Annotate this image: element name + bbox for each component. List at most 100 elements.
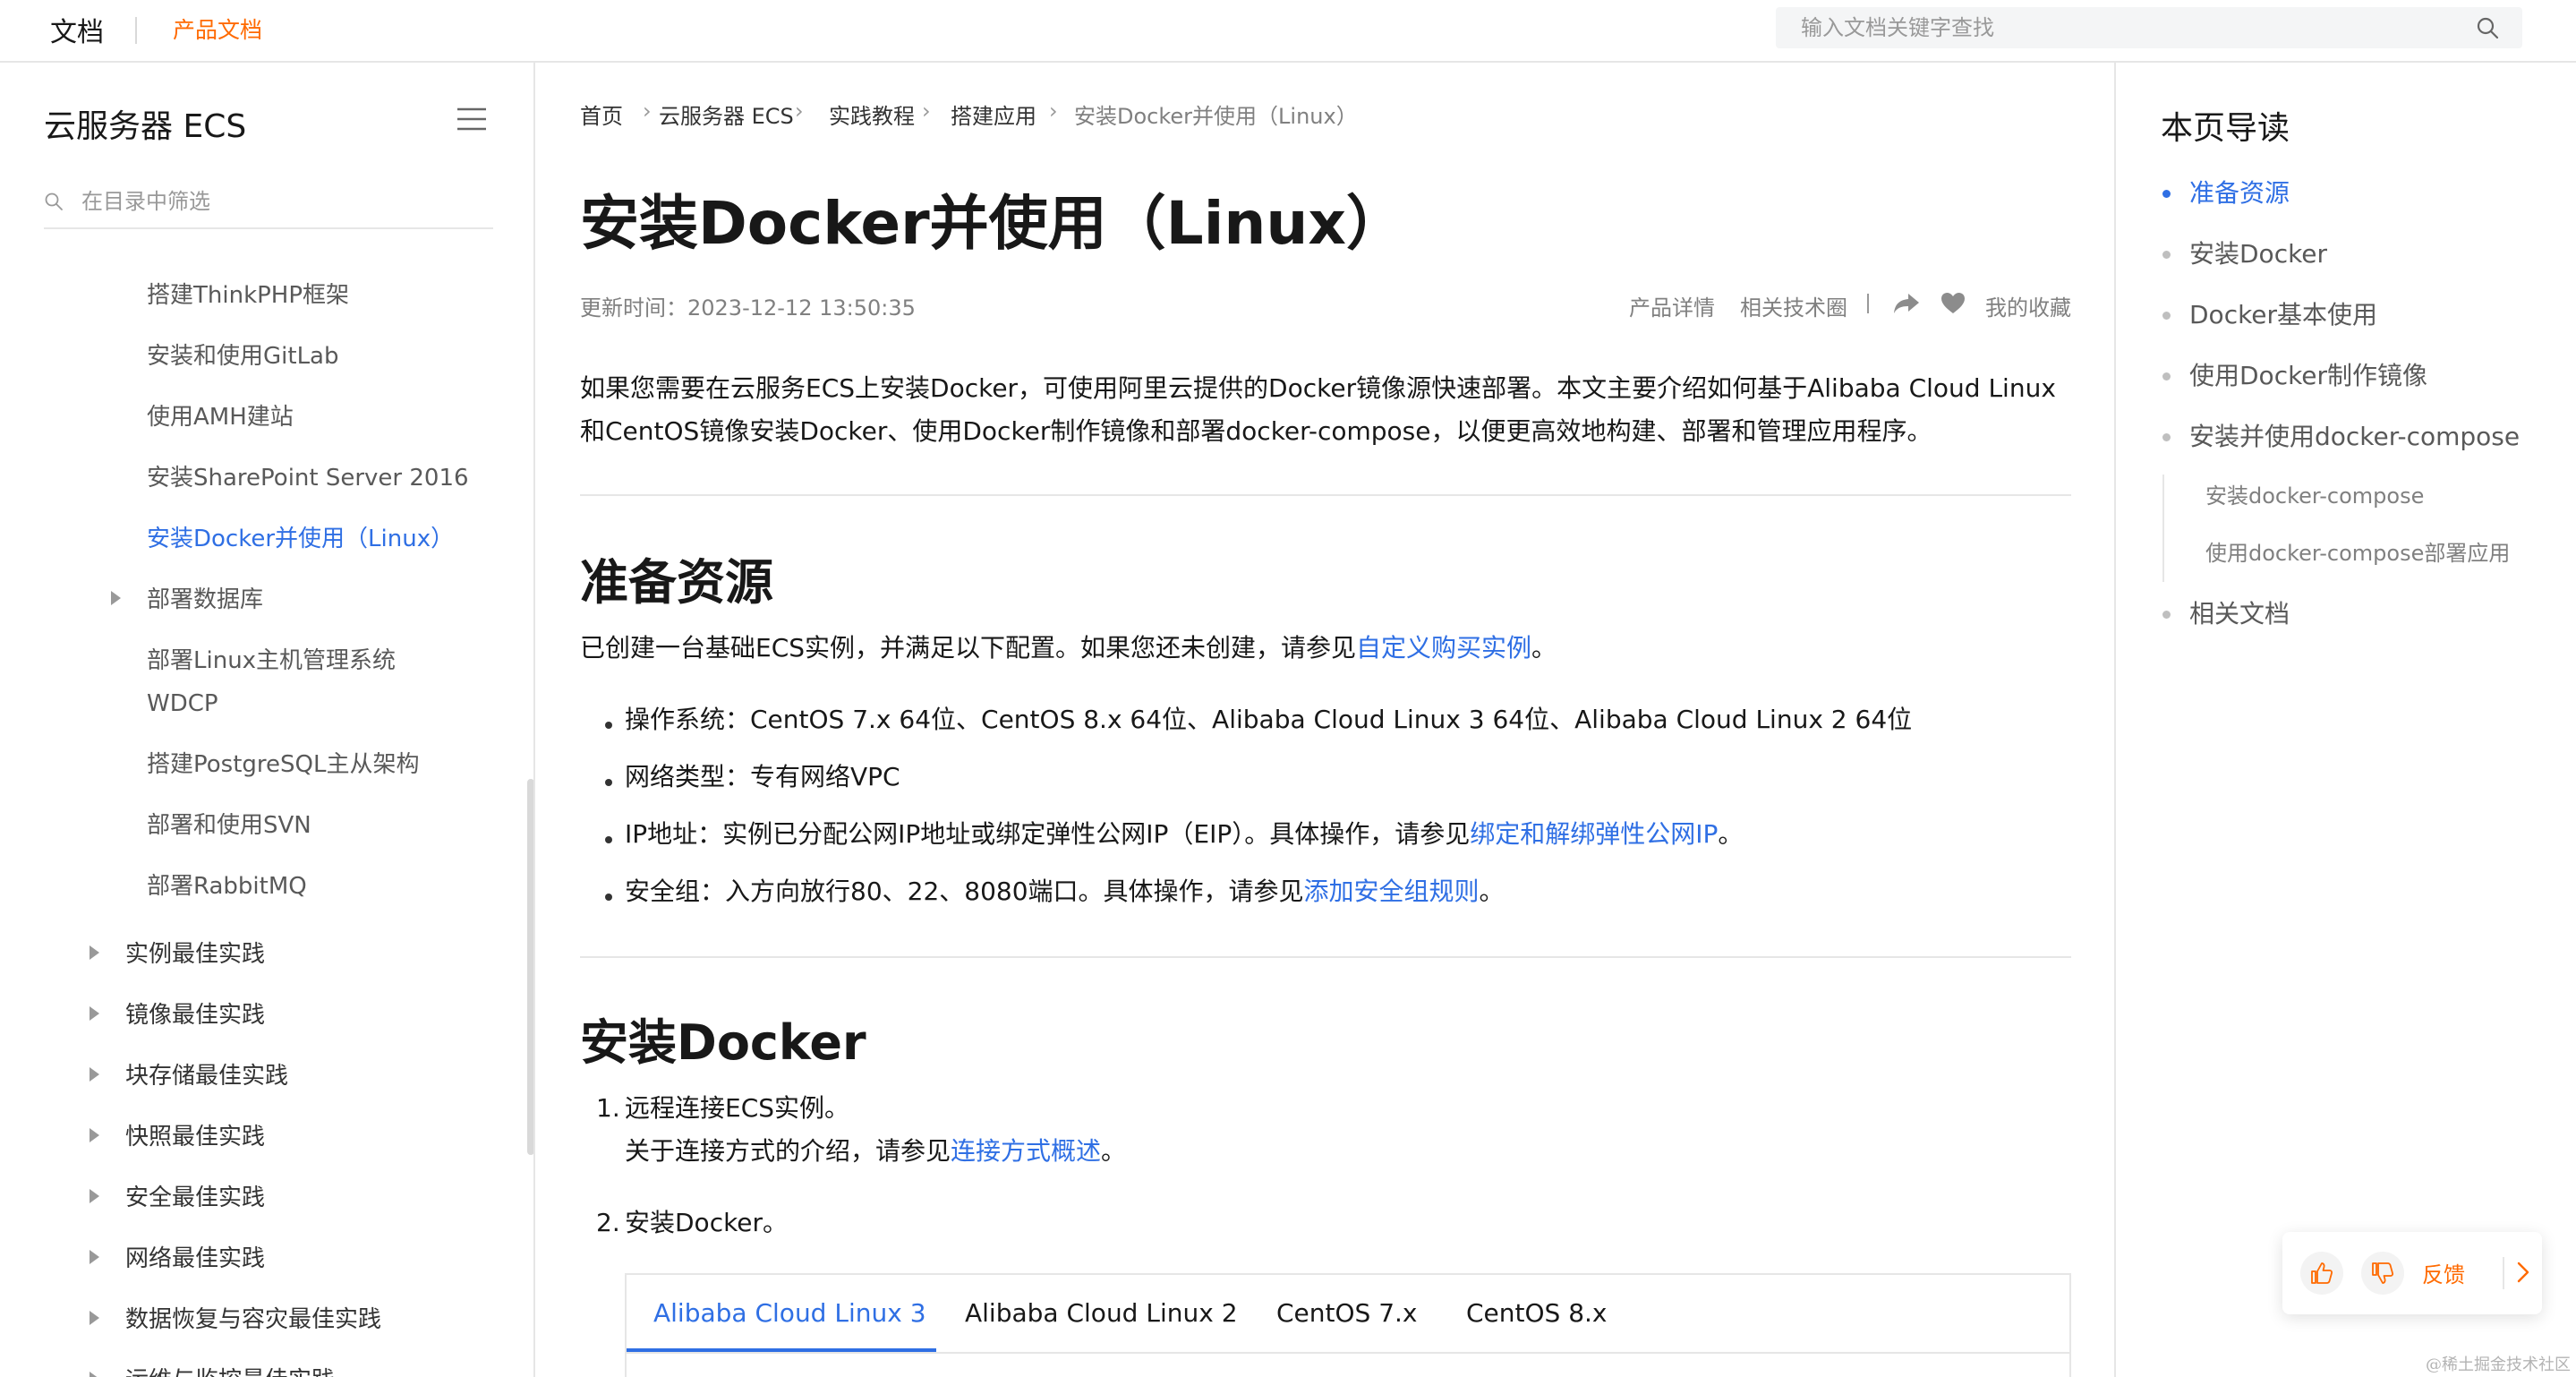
sidebar-item[interactable]: 安装和使用GitLab <box>147 335 339 378</box>
prepare-end: 。 <box>1531 633 1557 663</box>
chevron-right-icon: › <box>1049 98 1058 124</box>
toc-item-install-docker[interactable]: 安装Docker <box>2189 236 2327 272</box>
thumbs-down-button[interactable] <box>2361 1252 2404 1295</box>
brand-docs[interactable]: 文档 <box>50 10 104 49</box>
sidebar-item[interactable]: 安装SharePoint Server 2016 <box>147 457 469 500</box>
sidebar-item-active[interactable]: 安装Docker并使用（Linux） <box>147 517 454 560</box>
sidebar-item[interactable]: 部署RabbitMQ <box>147 865 307 908</box>
sidebar-item-deploy-db[interactable]: 部署数据库 <box>147 578 263 621</box>
feedback-divider <box>2503 1257 2504 1289</box>
sidebar-item[interactable]: 使用AMH建站 <box>147 396 294 439</box>
toc-item-docker-basics[interactable]: Docker基本使用 <box>2189 297 2377 333</box>
expand-caret-icon[interactable] <box>90 1189 99 1203</box>
bullet-dot <box>605 836 612 843</box>
toc-sub-install-compose[interactable]: 安装docker-compose <box>2205 480 2424 512</box>
step-connect-note-end: 。 <box>1101 1136 1127 1166</box>
sidebar-section[interactable]: 快照最佳实践 <box>125 1116 265 1159</box>
expand-caret-icon[interactable] <box>90 1006 99 1021</box>
menu-icon[interactable] <box>456 106 488 133</box>
step-number: 1. <box>596 1093 620 1123</box>
product-docs-link[interactable]: 产品文档 <box>173 13 262 45</box>
brand-separator <box>135 17 137 44</box>
heart-icon[interactable] <box>1941 292 1966 315</box>
breadcrumb-build-apps[interactable]: 搭建应用 <box>951 98 1036 130</box>
sidebar-section[interactable]: 镜像最佳实践 <box>125 994 265 1037</box>
sidebar-section[interactable]: 块存储最佳实践 <box>125 1055 288 1098</box>
chevron-right-icon[interactable] <box>2510 1259 2537 1286</box>
expand-caret-icon[interactable] <box>90 1067 99 1082</box>
toc-dot <box>2162 312 2171 320</box>
breadcrumb-ecs[interactable]: 云服务器 ECS <box>659 98 794 130</box>
toc-sub-line <box>2162 475 2164 582</box>
sidebar-item[interactable]: 搭建ThinkPHP框架 <box>147 274 349 317</box>
intro-line: 如果您需要在云服务ECS上安装Docker，可使用阿里云提供的Docker镜像源… <box>580 373 2056 403</box>
tab-centos-7[interactable]: CentOS 7.x <box>1276 1275 1418 1352</box>
favorites-link[interactable]: 我的收藏 <box>1985 290 2071 321</box>
requirement-network: 网络类型：专有网络VPC <box>625 762 900 791</box>
breadcrumb-home[interactable]: 首页 <box>580 98 623 130</box>
sidebar-section[interactable]: 实例最佳实践 <box>125 933 265 976</box>
step-connect-note-text: 关于连接方式的介绍，请参见 <box>625 1136 951 1166</box>
eip-bind-link[interactable]: 绑定和解绑弹性公网IP <box>1470 819 1718 849</box>
share-icon[interactable] <box>1892 292 1921 315</box>
product-detail-link[interactable]: 产品详情 <box>1629 290 1715 321</box>
breadcrumb-tutorials[interactable]: 实践教程 <box>829 98 915 130</box>
expand-caret-icon[interactable] <box>90 945 99 960</box>
requirement-sg-text: 安全组：入方向放行80、22、8080端口。具体操作，请参见 <box>625 877 1304 906</box>
intro-paragraph: 如果您需要在云服务ECS上安装Docker，可使用阿里云提供的Docker镜像源… <box>580 367 2071 453</box>
custom-purchase-link[interactable]: 自定义购买实例 <box>1356 633 1531 663</box>
tree-filter-input[interactable] <box>81 184 475 218</box>
doc-search-input[interactable] <box>1801 7 2463 48</box>
feedback-label[interactable]: 反馈 <box>2422 1257 2465 1288</box>
prepare-paragraph: 已创建一台基础ECS实例，并满足以下配置。如果您还未创建，请参见自定义购买实例。 <box>580 627 1557 670</box>
toc-item-compose[interactable]: 安装并使用docker-compose <box>2189 419 2520 455</box>
toc-sub-deploy-compose[interactable]: 使用docker-compose部署应用 <box>2205 537 2510 569</box>
step-install: 安装Docker。 <box>625 1208 789 1237</box>
step-connect-note: 关于连接方式的介绍，请参见连接方式概述。 <box>625 1130 1126 1173</box>
breadcrumb-current: 安装Docker并使用（Linux） <box>1074 104 1358 129</box>
expand-caret-icon[interactable] <box>90 1372 99 1377</box>
tech-circle-link[interactable]: 相关技术圈 <box>1740 290 1847 321</box>
tab-baseline <box>627 1352 2071 1354</box>
sidebar-section[interactable]: 数据恢复与容灾最佳实践 <box>125 1298 381 1341</box>
bullet-dot <box>605 894 612 901</box>
sidebar-section[interactable]: 安全最佳实践 <box>125 1176 265 1219</box>
watermark-text: @稀土掘金技术社区 <box>2426 1356 2571 1374</box>
tab-alibaba-cloud-linux-2[interactable]: Alibaba Cloud Linux 2 <box>965 1275 1238 1352</box>
toc-item-related[interactable]: 相关文档 <box>2189 596 2290 632</box>
requirement-ip-text: IP地址：实例已分配公网IP地址或绑定弹性公网IP（EIP）。具体操作，请参见 <box>625 819 1471 849</box>
prepare-text: 已创建一台基础ECS实例，并满足以下配置。如果您还未创建，请参见 <box>580 633 1357 663</box>
expand-caret-icon[interactable] <box>90 1311 99 1325</box>
sidebar-scrollbar[interactable] <box>527 779 533 1155</box>
requirement-os: 操作系统：CentOS 7.x 64位、CentOS 8.x 64位、Aliba… <box>625 705 1913 734</box>
expand-caret-icon[interactable] <box>90 1250 99 1264</box>
sidebar-item-wdcp[interactable]: 部署Linux主机管理系统 <box>147 639 396 682</box>
sidebar-item[interactable]: 搭建PostgreSQL主从架构 <box>147 743 419 786</box>
thumbs-up-button[interactable] <box>2300 1252 2343 1295</box>
page-title: 安装Docker并使用（Linux） <box>580 189 1405 258</box>
thumbs-up-icon <box>2311 1262 2333 1284</box>
meta-divider <box>1867 294 1869 313</box>
sidebar-section[interactable]: 网络最佳实践 <box>125 1237 265 1280</box>
toc-item-make-image[interactable]: 使用Docker制作镜像 <box>2189 358 2427 394</box>
search-icon[interactable] <box>2476 16 2499 39</box>
sidebar-item-wdcp-line2[interactable]: WDCP <box>147 682 218 725</box>
connection-overview-link[interactable]: 连接方式概述 <box>951 1136 1101 1166</box>
sidebar-section[interactable]: 运维与监控最佳实践 <box>125 1359 335 1377</box>
add-sg-rule-link[interactable]: 添加安全组规则 <box>1304 877 1480 906</box>
bullet-dot <box>605 779 612 786</box>
sidebar-title[interactable]: 云服务器 ECS <box>44 100 246 147</box>
divider <box>580 956 2071 958</box>
expand-caret-icon[interactable] <box>90 1128 99 1142</box>
toc-dot <box>2162 372 2171 381</box>
toc-item-prepare[interactable]: 准备资源 <box>2189 175 2290 211</box>
toc-dot <box>2162 190 2171 198</box>
tab-alibaba-cloud-linux-3[interactable]: Alibaba Cloud Linux 3 <box>653 1275 926 1352</box>
expand-caret-icon[interactable] <box>111 591 121 605</box>
tab-centos-8[interactable]: CentOS 8.x <box>1466 1275 1608 1352</box>
divider <box>580 494 2071 496</box>
chevron-right-icon: › <box>795 98 804 124</box>
chevron-right-icon: › <box>643 98 652 124</box>
sidebar-item[interactable]: 部署和使用SVN <box>147 804 311 847</box>
tree-filter <box>44 179 493 229</box>
